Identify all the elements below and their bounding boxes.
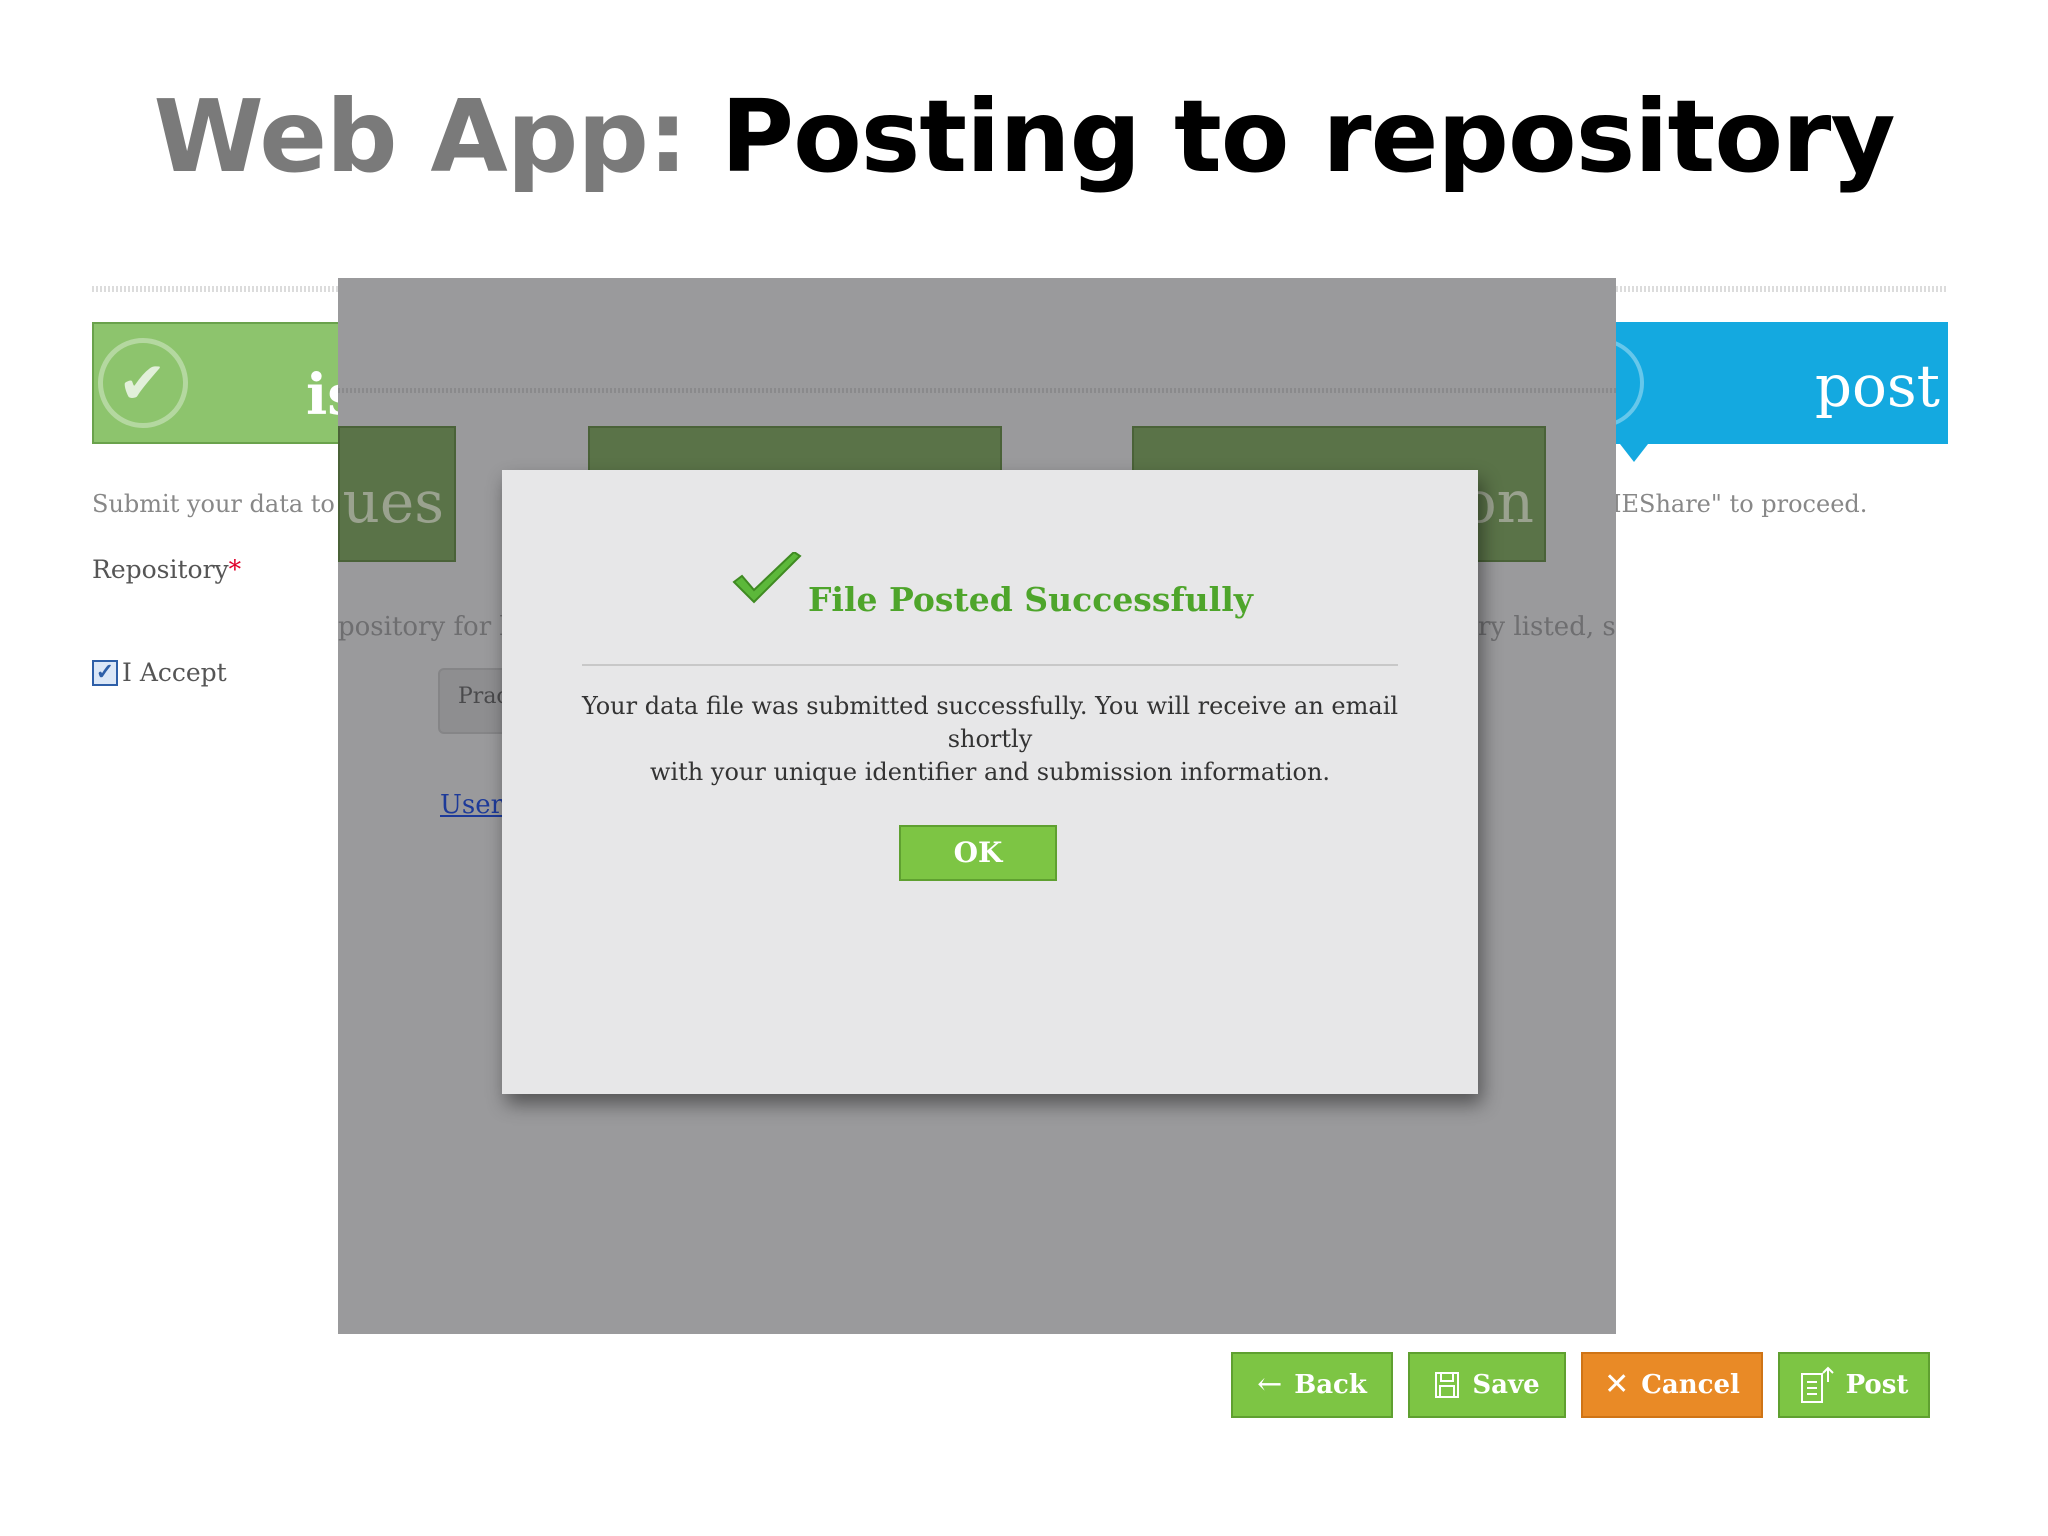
post-button-label: Post	[1845, 1370, 1909, 1400]
step-pointer	[1620, 444, 1648, 462]
ok-button[interactable]: OK	[899, 825, 1057, 881]
page-description: Submit your data to a	[92, 490, 357, 518]
slide-title: Web App: Posting to repository	[0, 78, 2048, 195]
close-icon: ✕	[1604, 1367, 1630, 1402]
page-description-continued: IEShare" to proceed.	[1612, 490, 1868, 518]
user-link: User	[440, 790, 504, 820]
checkmark-icon: ✔	[118, 349, 167, 417]
save-button[interactable]: Save	[1408, 1352, 1566, 1418]
slide-title-prefix: Web App:	[153, 78, 688, 195]
dimmed-divider	[338, 388, 1616, 393]
accept-checkbox-row[interactable]: ✓ I Accept	[92, 658, 227, 687]
dialog-message-line: Your data file was submitted successfull…	[581, 692, 1399, 753]
save-button-label: Save	[1472, 1370, 1540, 1400]
step-banner-post: post	[1554, 322, 1948, 462]
cancel-button[interactable]: ✕ Cancel	[1581, 1352, 1763, 1418]
post-icon	[1800, 1366, 1834, 1403]
step-banner-label: post	[1814, 352, 1940, 420]
dialog-divider	[582, 664, 1398, 666]
dialog-message: Your data file was submitted successfull…	[562, 690, 1418, 789]
arrow-left-icon: ←	[1257, 1367, 1283, 1402]
dimmed-step-box: sues	[338, 426, 456, 562]
repository-label: Repository*	[92, 555, 241, 584]
repository-select: Prac	[438, 668, 512, 734]
dialog-message-line: with your unique identifier and submissi…	[649, 758, 1331, 786]
required-marker: *	[228, 555, 242, 584]
step-banner-issues: ✔ is	[92, 322, 342, 444]
cancel-button-label: Cancel	[1641, 1370, 1740, 1400]
checkmark-icon	[732, 552, 802, 604]
accept-label: I Accept	[122, 658, 227, 687]
post-button[interactable]: Post	[1778, 1352, 1930, 1418]
dialog-title: File Posted Successfully	[808, 580, 1253, 619]
success-dialog: File Posted Successfully Your data file …	[502, 470, 1478, 1094]
dimmed-step-label: sues	[340, 468, 444, 536]
dimmed-text: ry listed, se	[1478, 612, 1616, 642]
back-button-label: Back	[1294, 1370, 1367, 1400]
back-button[interactable]: ← Back	[1231, 1352, 1393, 1418]
step-banner-label: is	[306, 362, 340, 428]
save-icon	[1435, 1372, 1460, 1398]
dimmed-text: pository for lo	[338, 612, 524, 642]
accept-checkbox[interactable]: ✓	[92, 659, 118, 686]
slide-title-main: Posting to repository	[720, 78, 1896, 195]
repository-label-text: Repository	[92, 555, 229, 584]
